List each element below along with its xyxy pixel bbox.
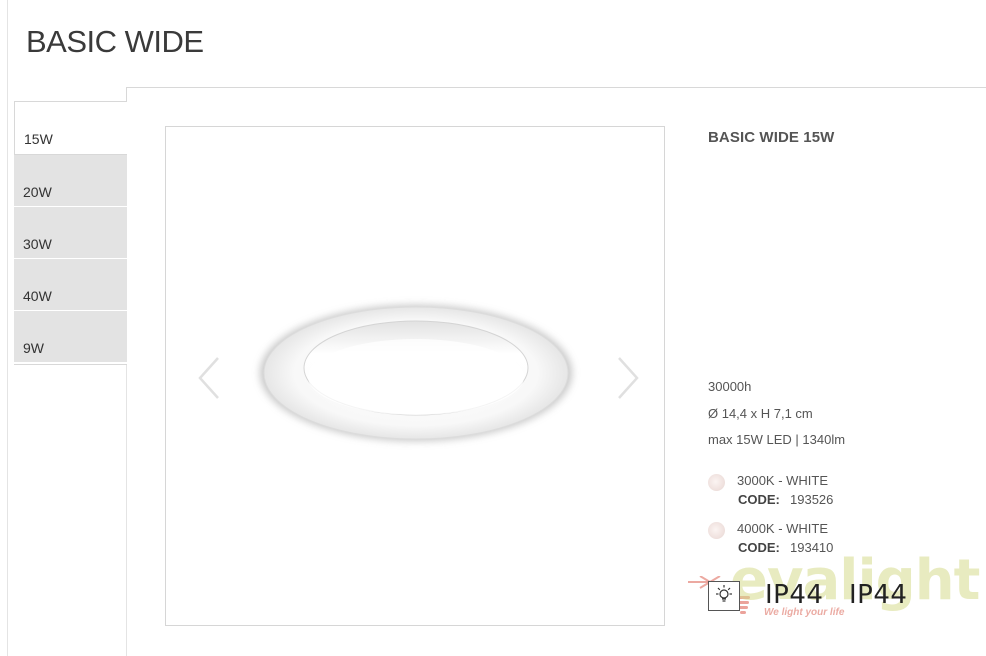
spec-lifetime: 30000h [708,379,752,394]
spec-dimensions: Ø 14,4 x H 7,1 cm [708,406,813,421]
tab-9w[interactable]: 9W [14,311,127,363]
color-swatch[interactable] [708,522,725,539]
product-image-frame [165,126,665,626]
tab-40w[interactable]: 40W [14,259,127,311]
variant-name: 3000K - WHITE [737,473,829,488]
variant-name: 4000K - WHITE [737,521,829,536]
chevron-right-icon [618,357,639,399]
ip-rating-label: IP44 [849,580,908,610]
tab-15w[interactable]: 15W [14,101,127,155]
tab-label: 15W [24,131,53,147]
left-border [7,0,8,656]
tab-label: 30W [23,236,52,252]
page-title: BASIC WIDE [26,24,204,59]
tab-label: 9W [23,340,44,356]
product-page: BASIC WIDE 15W 20W 30W 40W 9W BASIC WIDE… [0,0,986,656]
variant-3000k[interactable]: 3000K - WHITE CODE: 193526 [708,472,908,514]
content-divider [126,365,127,656]
code-label: CODE: [738,540,780,555]
content-divider-top [126,87,127,102]
code-label: CODE: [738,492,780,507]
light-bulb-icon [716,585,732,602]
variant-4000k[interactable]: 4000K - WHITE CODE: 193410 [708,520,908,562]
wattage-tabs: 15W 20W 30W 40W 9W [14,101,127,363]
product-title: BASIC WIDE 15W [708,129,835,146]
code-value: 193526 [790,492,834,507]
gallery-prev-button[interactable] [196,355,224,401]
lamp-type-icon [708,581,740,611]
tab-label: 20W [23,184,52,200]
ip-rating-label: IP44 [765,580,824,610]
tab-20w[interactable]: 20W [14,155,127,207]
tab-30w[interactable]: 30W [14,207,127,259]
header-divider [126,87,986,88]
tabs-divider [14,364,127,365]
tab-label: 40W [23,288,52,304]
gallery-next-button[interactable] [613,355,641,401]
chevron-left-icon [198,357,219,399]
color-swatch[interactable] [708,474,725,491]
code-value: 193410 [790,540,834,555]
spec-power: max 15W LED | 1340lm [708,432,846,447]
product-image [260,305,572,441]
